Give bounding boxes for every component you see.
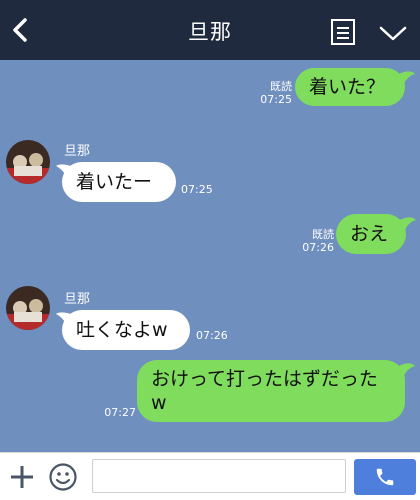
bubble-tail <box>396 217 416 232</box>
chat-screen: 旦那 既読 07:25 着いた？ 旦那 着いたー 07:25 既読 07:26 <box>0 0 420 500</box>
chat-header: 旦那 <box>0 0 420 60</box>
message-time: 07:26 <box>196 329 228 342</box>
smiley-icon[interactable] <box>48 462 78 492</box>
bubble-tail <box>395 71 415 86</box>
message-input[interactable] <box>92 459 346 493</box>
message-time: 07:25 <box>181 183 213 196</box>
message-time: 07:25 <box>260 93 292 106</box>
composer-bar <box>0 452 420 500</box>
message-text: 吐くなよw <box>62 310 190 350</box>
read-receipt: 既読 07:25 <box>254 80 292 106</box>
message-time: 07:26 <box>302 241 334 254</box>
chat-title: 旦那 <box>188 20 232 44</box>
outgoing-message[interactable]: 着いた？ <box>295 68 415 108</box>
phone-icon <box>376 468 394 486</box>
chevron-down-icon[interactable] <box>378 24 408 44</box>
sender-name: 旦那 <box>64 292 91 307</box>
message-text: おけって打ったはずだった w <box>137 360 405 422</box>
avatar[interactable] <box>6 140 50 184</box>
incoming-message[interactable]: 着いたー <box>54 160 178 204</box>
plus-icon[interactable] <box>8 463 36 491</box>
bubble-tail <box>395 363 415 378</box>
read-receipt: 既読 07:26 <box>296 228 334 254</box>
outgoing-message[interactable]: おえ <box>336 214 416 256</box>
read-label: 既読 <box>312 228 334 241</box>
message-line: おけって打ったはずだった <box>151 368 378 390</box>
message-time: 07:27 <box>104 406 136 419</box>
note-list-icon[interactable] <box>330 18 356 46</box>
sender-name: 旦那 <box>64 144 91 159</box>
avatar[interactable] <box>6 286 50 330</box>
call-button[interactable] <box>354 459 416 495</box>
incoming-message[interactable]: 吐くなよw <box>54 308 194 352</box>
message-text: 着いた？ <box>295 68 405 106</box>
message-line: w <box>151 392 167 414</box>
outgoing-message[interactable]: おけって打ったはずだった w <box>137 360 416 424</box>
message-text: 着いたー <box>62 162 176 202</box>
read-label: 既読 <box>270 80 292 93</box>
